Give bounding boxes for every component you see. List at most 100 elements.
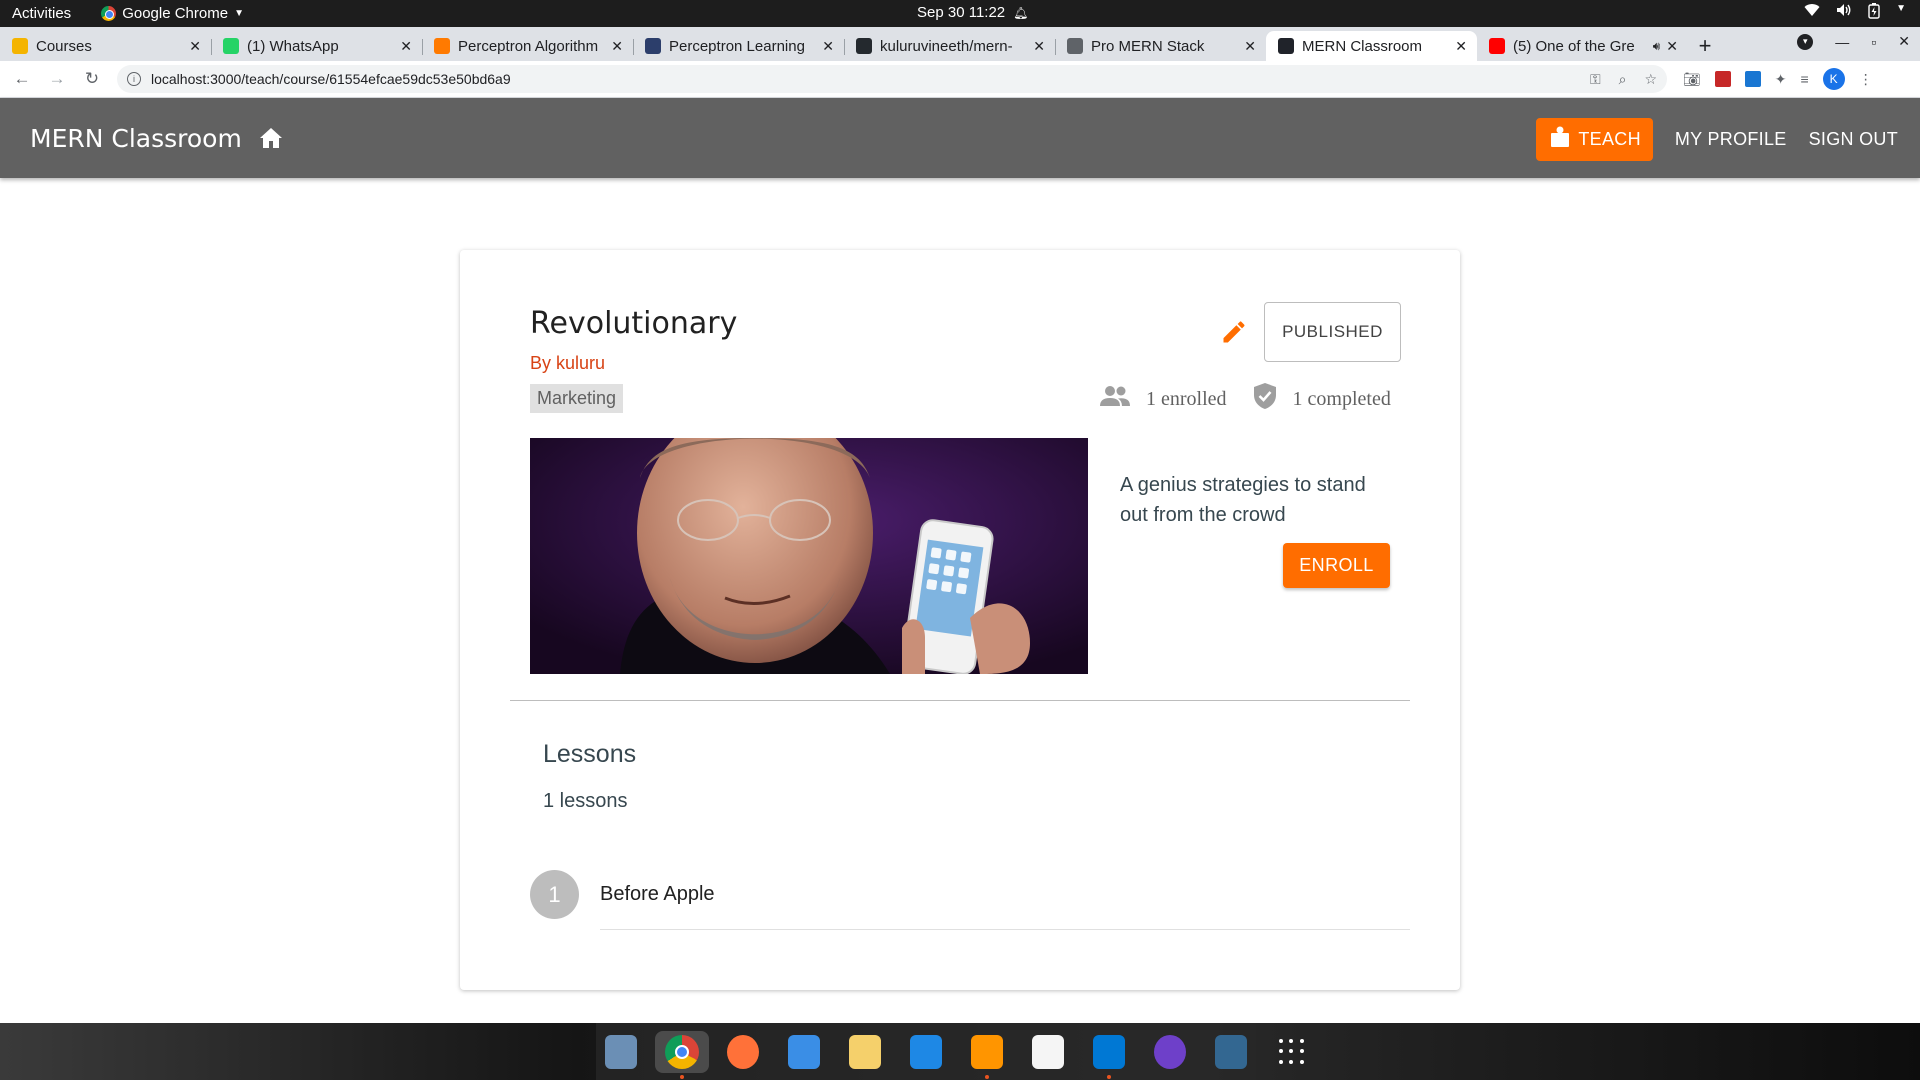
lessons-count: 1 lessons	[543, 790, 628, 812]
github-desktop-icon[interactable]	[1149, 1031, 1191, 1073]
browser-tab[interactable]: Pro MERN Stack ✕	[1055, 31, 1266, 61]
tab-title: Perceptron Learning	[669, 37, 805, 55]
whatsapp-icon	[223, 38, 239, 54]
my-profile-link[interactable]: MY PROFILE	[1675, 129, 1787, 150]
notification-bell-icon: 🔔︎	[1013, 6, 1029, 20]
section-divider	[510, 700, 1410, 701]
app-grid-icon[interactable]	[1271, 1031, 1313, 1073]
app-menu-label: Google Chrome	[122, 5, 229, 22]
tab-title: kuluruvineeth/mern-	[880, 37, 1013, 55]
minimize-icon[interactable]: —	[1835, 34, 1849, 50]
app-store-icon[interactable]	[905, 1031, 947, 1073]
running-indicator	[1107, 1075, 1111, 1079]
new-tab-button[interactable]: +	[1688, 31, 1722, 61]
vscode-icon[interactable]	[1088, 1031, 1130, 1079]
dock-apps	[600, 1031, 1313, 1079]
zoom-icon[interactable]: ⌕	[1619, 71, 1627, 88]
postgresql-icon[interactable]	[1210, 1031, 1252, 1073]
browser-tab[interactable]: Perceptron Algorithm ✕	[422, 31, 633, 61]
back-arrow-icon[interactable]: ←	[9, 69, 35, 89]
window-controls: ▾ — ▫ ✕	[1797, 33, 1910, 50]
tab-close-icon[interactable]: ✕	[189, 38, 201, 55]
profile-avatar[interactable]: K	[1822, 68, 1845, 90]
chrome-menu-icon[interactable]: ⋮	[1859, 71, 1873, 88]
firefox-icon[interactable]	[722, 1031, 764, 1073]
activities-button[interactable]: Activities	[12, 5, 71, 22]
books-icon[interactable]	[966, 1031, 1008, 1079]
system-clock[interactable]: Sep 30 11:22 🔔︎	[917, 4, 1028, 21]
extensions-area: 📷︎ ✦ ≡ K ⋮	[1683, 68, 1873, 90]
enroll-button[interactable]: ENROLL	[1283, 543, 1390, 588]
browser-tab[interactable]: Courses ✕	[0, 31, 211, 61]
restore-icon[interactable]: ▫	[1871, 34, 1876, 50]
tab-title: Perceptron Algorithm	[458, 37, 599, 55]
browser-tab[interactable]: Perceptron Learning ✕	[633, 31, 844, 61]
screenshot-extension-icon[interactable]: 📷︎	[1683, 71, 1701, 88]
course-card: Revolutionary By kuluru Marketing PUBLIS…	[460, 250, 1460, 990]
verified-shield-icon	[1253, 382, 1277, 416]
people-icon	[1100, 385, 1130, 413]
brand-title[interactable]: MERN Classroom	[30, 124, 242, 153]
tab-audio-icon[interactable]: 🔊︎	[1653, 39, 1661, 54]
text-editor-icon[interactable]	[1027, 1031, 1069, 1073]
tab-title: MERN Classroom	[1302, 37, 1423, 55]
notes-icon[interactable]	[844, 1031, 886, 1073]
bookmark-star-icon[interactable]: ☆	[1644, 71, 1657, 88]
url-text[interactable]: localhost:3000/teach/course/61554efcae59…	[151, 71, 1590, 87]
site-icon	[645, 38, 661, 54]
edit-pencil-icon[interactable]	[1220, 318, 1248, 346]
tab-close-icon[interactable]: ✕	[400, 38, 412, 55]
blue-extension-icon[interactable]	[1744, 71, 1761, 87]
forward-arrow-icon[interactable]: →	[44, 69, 70, 89]
system-tray[interactable]: ▼	[1804, 3, 1906, 22]
tab-close-icon[interactable]: ✕	[1455, 38, 1467, 55]
published-status-button[interactable]: PUBLISHED	[1264, 302, 1401, 362]
puzzle-extensions-icon[interactable]: ✦	[1775, 71, 1787, 88]
running-indicator	[680, 1075, 684, 1079]
tab-title: Courses	[36, 37, 92, 55]
tab-search-icon[interactable]: ▾	[1797, 33, 1814, 50]
reload-icon[interactable]: ↻	[79, 69, 105, 89]
teach-button[interactable]: TEACH	[1536, 118, 1653, 161]
reading-list-icon[interactable]: ≡	[1801, 71, 1809, 87]
browser-tab[interactable]: (5) One of the Gre 🔊︎ ✕	[1477, 31, 1688, 61]
browser-tab[interactable]: (1) WhatsApp ✕	[211, 31, 422, 61]
course-description: A genius strategies to stand out from th…	[1120, 474, 1366, 526]
react-icon	[1278, 38, 1294, 54]
lesson-list-item[interactable]: 1 Before Apple	[530, 870, 1410, 930]
tab-close-icon[interactable]: ✕	[611, 38, 623, 55]
tab-title: (1) WhatsApp	[247, 37, 339, 55]
close-window-icon[interactable]: ✕	[1898, 33, 1910, 50]
github-icon	[856, 38, 872, 54]
tab-close-icon[interactable]: ✕	[1033, 38, 1045, 55]
course-author[interactable]: By kuluru	[530, 353, 605, 374]
home-icon[interactable]	[258, 125, 284, 151]
power-menu-icon: ▼	[1896, 3, 1906, 14]
screenshot-icon[interactable]	[600, 1031, 642, 1073]
sign-out-link[interactable]: SIGN OUT	[1809, 129, 1898, 150]
category-chip: Marketing	[530, 384, 624, 413]
tab-close-icon[interactable]: ✕	[822, 38, 834, 55]
browser-tab[interactable]: MERN Classroom ✕	[1266, 31, 1477, 61]
app-menu[interactable]: Google Chrome ▼	[101, 5, 244, 22]
browser-toolbar: ← → ↻ i localhost:3000/teach/course/6155…	[0, 61, 1920, 98]
red-extension-icon[interactable]	[1714, 71, 1731, 87]
tab-close-icon[interactable]: ✕	[1244, 38, 1256, 55]
completed-stat: 1 completed	[1253, 382, 1391, 416]
site-info-icon[interactable]: i	[127, 72, 141, 86]
google-classroom-icon	[12, 38, 28, 54]
address-bar[interactable]: i localhost:3000/teach/course/61554efcae…	[117, 65, 1667, 93]
course-image	[530, 438, 1088, 674]
e-letter-icon	[434, 38, 450, 54]
battery-icon	[1868, 3, 1880, 22]
finder-icon[interactable]	[783, 1031, 825, 1073]
youtube-icon	[1489, 38, 1505, 54]
lesson-title[interactable]: Before Apple	[600, 883, 715, 906]
tab-close-icon[interactable]: ✕	[1666, 38, 1678, 55]
chrome-icon[interactable]	[655, 1031, 709, 1079]
wifi-icon	[1804, 3, 1820, 22]
system-top-bar: Activities Google Chrome ▼ Sep 30 11:22 🔔…	[0, 0, 1920, 27]
key-icon[interactable]: ⚿	[1590, 71, 1601, 88]
desktop-dock	[0, 1023, 1920, 1080]
browser-tab[interactable]: kuluruvineeth/mern- ✕	[844, 31, 1055, 61]
